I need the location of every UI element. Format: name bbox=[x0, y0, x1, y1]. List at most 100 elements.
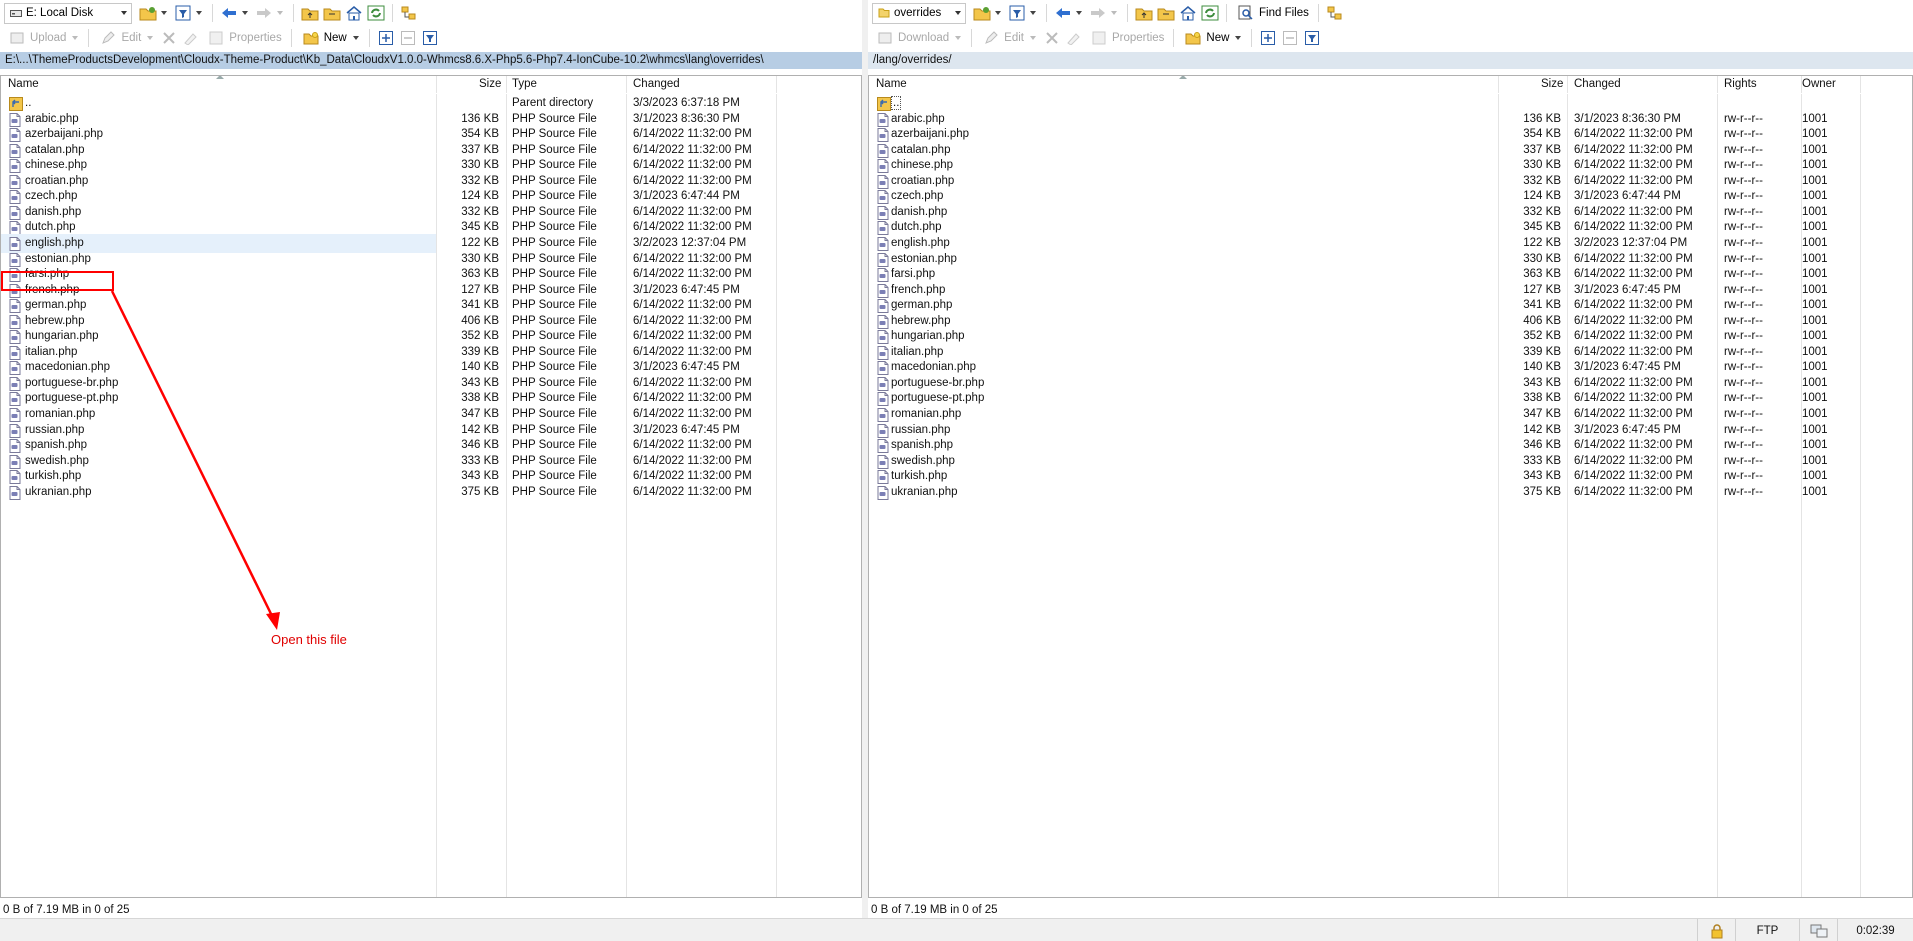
file-rights: rw-r--r-- bbox=[1724, 221, 1763, 234]
file-owner: 1001 bbox=[1802, 128, 1828, 141]
column-header-type[interactable]: Type bbox=[512, 78, 537, 90]
filter-icon[interactable] bbox=[1007, 3, 1027, 23]
file-name: hebrew.php bbox=[25, 314, 85, 327]
file-changed: 6/14/2022 11:32:00 PM bbox=[1574, 143, 1693, 156]
file-size: 347 KB bbox=[461, 408, 499, 420]
file-changed: 6/14/2022 11:32:00 PM bbox=[633, 252, 752, 265]
root-folder-icon[interactable] bbox=[322, 3, 342, 23]
column-header-changed[interactable]: Changed bbox=[1574, 78, 1621, 90]
file-changed: 3/2/2023 12:37:04 PM bbox=[633, 236, 747, 249]
filter-icon[interactable] bbox=[420, 28, 440, 48]
parent-folder-icon[interactable] bbox=[1134, 3, 1154, 23]
column-header-name[interactable]: Name bbox=[8, 78, 39, 90]
chevron-down-icon[interactable] bbox=[955, 10, 961, 15]
file-name: romanian.php bbox=[891, 408, 962, 420]
chevron-down-icon[interactable] bbox=[196, 11, 202, 15]
chevron-down-icon[interactable] bbox=[1030, 11, 1036, 15]
file-size: 343 KB bbox=[1523, 470, 1561, 483]
file-changed: 6/14/2022 11:32:00 PM bbox=[1574, 299, 1693, 312]
file-owner: 1001 bbox=[1802, 408, 1828, 420]
filter-icon[interactable] bbox=[1302, 28, 1322, 48]
open-folder-icon[interactable] bbox=[972, 3, 992, 23]
drive-select[interactable]: E: Local Disk bbox=[4, 2, 132, 24]
file-owner: 1001 bbox=[1802, 392, 1828, 405]
home-icon[interactable] bbox=[344, 3, 364, 23]
chevron-down-icon[interactable] bbox=[1235, 36, 1242, 40]
file-size: 345 KB bbox=[461, 221, 499, 234]
file-rights: rw-r--r-- bbox=[1724, 314, 1763, 327]
column-header-changed[interactable]: Changed bbox=[633, 78, 680, 90]
chevron-down-icon[interactable] bbox=[121, 10, 127, 15]
local-file-list[interactable]: Name Size Type Changed .. Parent directo… bbox=[0, 76, 862, 898]
column-header-name[interactable]: Name bbox=[876, 78, 907, 90]
remote-file-list[interactable]: Name Size Changed Rights Owner .. arabic… bbox=[868, 76, 1913, 898]
file-changed: 6/14/2022 11:32:00 PM bbox=[633, 470, 752, 483]
column-header-owner[interactable]: Owner bbox=[1802, 78, 1836, 90]
file-name: catalan.php bbox=[891, 143, 951, 156]
tree-icon[interactable] bbox=[1325, 3, 1345, 23]
file-size: 347 KB bbox=[1523, 408, 1561, 420]
chevron-down-icon[interactable] bbox=[352, 36, 359, 40]
chevron-down-icon[interactable] bbox=[242, 11, 248, 15]
file-type: PHP Source File bbox=[512, 470, 597, 483]
file-size: 332 KB bbox=[1523, 205, 1561, 218]
file-owner: 1001 bbox=[1802, 330, 1828, 343]
column-header-rights[interactable]: Rights bbox=[1724, 78, 1757, 90]
file-changed: 6/14/2022 11:32:00 PM bbox=[633, 408, 752, 420]
back-arrow-icon[interactable] bbox=[219, 3, 239, 23]
column-header-size[interactable]: Size bbox=[1541, 78, 1563, 90]
home-icon[interactable] bbox=[1178, 3, 1198, 23]
local-path-bar[interactable]: E:\...\ThemeProductsDevelopment\Cloudx-T… bbox=[0, 52, 862, 69]
new-button[interactable]: New bbox=[298, 27, 350, 49]
download-button: Download bbox=[872, 27, 952, 49]
find-files-button[interactable]: Find Files bbox=[1233, 2, 1312, 24]
file-size: 352 KB bbox=[461, 330, 499, 343]
back-arrow-icon[interactable] bbox=[1053, 3, 1073, 23]
column-header-size[interactable]: Size bbox=[479, 78, 501, 90]
file-changed: 6/14/2022 11:32:00 PM bbox=[1574, 408, 1693, 420]
chevron-down-icon[interactable] bbox=[1076, 11, 1082, 15]
table-row[interactable]: ukranian.php 375 KB PHP Source File 6/14… bbox=[1, 483, 861, 502]
file-name: spanish.php bbox=[25, 439, 88, 452]
file-changed: 6/14/2022 11:32:00 PM bbox=[1574, 221, 1693, 234]
file-changed: 3/1/2023 8:36:30 PM bbox=[633, 112, 740, 125]
upload-label: Upload bbox=[30, 32, 67, 44]
root-folder-icon[interactable] bbox=[1156, 3, 1176, 23]
toolbar-separator bbox=[1173, 29, 1175, 47]
select-plus-icon[interactable] bbox=[1258, 28, 1278, 48]
file-name: czech.php bbox=[891, 190, 944, 203]
forward-arrow-icon bbox=[1088, 3, 1108, 23]
remote-path-bar[interactable]: /lang/overrides/ bbox=[868, 52, 1913, 69]
parent-folder-icon[interactable] bbox=[300, 3, 320, 23]
file-name: macedonian.php bbox=[891, 361, 977, 374]
new-button[interactable]: New bbox=[1180, 27, 1232, 49]
remote-folder-select[interactable]: overrides bbox=[872, 2, 966, 24]
lock-indicator[interactable] bbox=[1697, 919, 1735, 941]
file-rights: rw-r--r-- bbox=[1724, 330, 1763, 343]
refresh-icon[interactable] bbox=[366, 3, 386, 23]
refresh-icon[interactable] bbox=[1200, 3, 1220, 23]
edit-label: Edit bbox=[1004, 32, 1024, 44]
folder-icon bbox=[877, 6, 891, 20]
connection-indicator[interactable] bbox=[1799, 919, 1837, 941]
file-owner: 1001 bbox=[1802, 252, 1828, 265]
file-changed: 6/14/2022 11:32:00 PM bbox=[633, 314, 752, 327]
file-rights: rw-r--r-- bbox=[1724, 112, 1763, 125]
properties-button: Properties bbox=[1086, 27, 1167, 49]
tree-icon[interactable] bbox=[399, 3, 419, 23]
file-changed: 6/14/2022 11:32:00 PM bbox=[1574, 314, 1693, 327]
file-rights: rw-r--r-- bbox=[1724, 408, 1763, 420]
edit-button: Edit bbox=[978, 27, 1027, 49]
chevron-down-icon[interactable] bbox=[161, 11, 167, 15]
file-changed: 6/14/2022 11:32:00 PM bbox=[633, 485, 752, 498]
file-size: 332 KB bbox=[461, 174, 499, 187]
toolbar-separator bbox=[1046, 4, 1047, 22]
chevron-down-icon bbox=[277, 11, 283, 15]
edit-icon bbox=[981, 28, 1001, 48]
chevron-down-icon[interactable] bbox=[995, 11, 1001, 15]
select-plus-icon[interactable] bbox=[376, 28, 396, 48]
table-row[interactable]: ukranian.php 375 KB 6/14/2022 11:32:00 P… bbox=[869, 483, 1912, 502]
open-folder-icon[interactable] bbox=[138, 3, 158, 23]
file-name: azerbaijani.php bbox=[891, 128, 970, 141]
filter-icon[interactable] bbox=[173, 3, 193, 23]
